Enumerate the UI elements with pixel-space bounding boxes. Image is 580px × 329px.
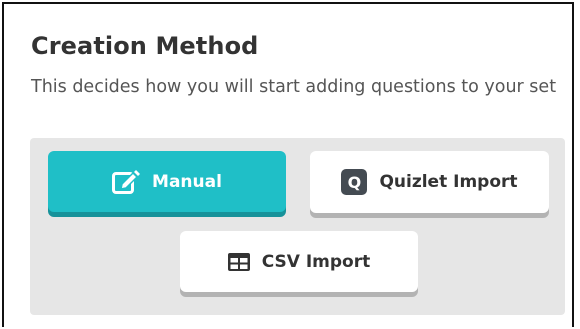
table-icon (227, 252, 250, 271)
creation-method-options: Manual Q Quizlet Import CSV Import (30, 138, 565, 315)
manual-option-button[interactable]: Manual (48, 151, 286, 212)
section-title: Creation Method (31, 32, 259, 60)
csv-import-option-button[interactable]: CSV Import (180, 231, 418, 292)
csv-import-option-label: CSV Import (261, 251, 371, 272)
creation-method-card: Creation Method This decides how you wil… (2, 2, 574, 327)
edit-icon (112, 169, 141, 195)
quizlet-import-option-label: Quizlet Import (379, 172, 518, 192)
quizlet-icon: Q (341, 169, 368, 195)
quizlet-icon-letter: Q (341, 169, 368, 195)
manual-option-label: Manual (152, 171, 222, 192)
quizlet-import-option-button[interactable]: Q Quizlet Import (310, 151, 549, 213)
section-description: This decides how you will start adding q… (31, 77, 557, 97)
